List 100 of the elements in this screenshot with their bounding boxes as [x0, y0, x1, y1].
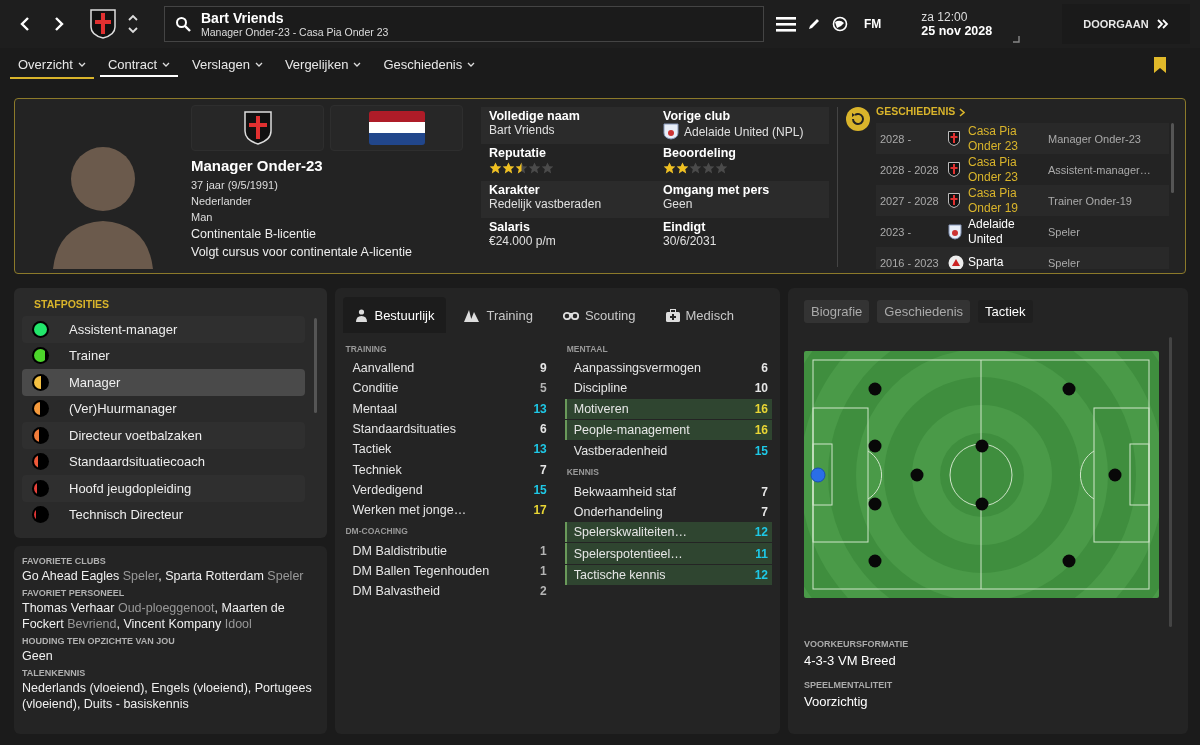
detail-value: Redelijk vastberaden [489, 197, 603, 211]
attribute-name: DM Ballen Tegenhouden [352, 563, 490, 578]
age: 37 jaar (9/5/1991) [191, 178, 279, 193]
attribute-value: 17 [533, 503, 547, 518]
attribute-value: 1 [540, 563, 547, 578]
pen-icon[interactable] [808, 18, 820, 30]
attribute-value: 6 [540, 422, 547, 437]
section-heading: TRAINING [345, 344, 388, 354]
medical-kit-icon [665, 308, 680, 322]
attribute-name: Techniek [352, 462, 402, 477]
staff-position-item[interactable]: Standaardsituatiecoach [22, 448, 306, 475]
detail-label: Omgang met pers [663, 183, 771, 197]
nav-tab[interactable]: Contract [99, 51, 179, 79]
attribute-tab[interactable]: Training [452, 297, 545, 333]
attribute-value: 1 [540, 543, 547, 558]
resize-corner-icon [1013, 36, 1021, 43]
history-role: Trainer Onder-19 [1048, 194, 1133, 207]
staff-position-item[interactable]: Trainer [22, 342, 306, 369]
history-club[interactable]: Casa Pia Onder 23 [968, 154, 1048, 185]
history-role: Speler [1048, 225, 1081, 238]
detail-value[interactable]: Adelaide United (NPL) [684, 124, 804, 139]
binoculars-icon [562, 310, 579, 320]
cones-icon [464, 308, 481, 322]
menu-icon[interactable] [776, 16, 796, 32]
attribute-name: DM Balvastheid [352, 584, 440, 599]
section-heading: DM-COACHING [345, 526, 409, 537]
status-dot [34, 349, 47, 363]
club-crest-icon [663, 123, 679, 140]
history-link[interactable]: GESCHIEDENIS [876, 105, 966, 117]
double-chevron-icon [1156, 19, 1169, 29]
scrollbar[interactable] [314, 318, 318, 413]
staff-position-item[interactable]: Manager [22, 369, 306, 396]
attribute-value: 12 [754, 567, 768, 582]
licence: Continentale B-licentie [191, 226, 318, 243]
attribute-value: 7 [540, 462, 547, 477]
panel-tab[interactable]: Geschiedenis [877, 300, 971, 323]
staff-position-item[interactable]: Hoofd jeugdopleiding [22, 475, 306, 502]
search-field[interactable]: Bart Vriends Manager Onder-23 - Casa Pia Onder 23 [164, 6, 764, 42]
club-crest-icon [243, 111, 272, 145]
section-heading: STAFPOSITIES [34, 298, 111, 310]
nav-tab[interactable]: Vergelijken [276, 51, 370, 79]
globe-icon[interactable] [832, 16, 848, 32]
status-dot [34, 428, 47, 442]
attribute-value: 2 [540, 584, 547, 599]
attribute-name: Aanvallend [352, 361, 415, 376]
continue-button[interactable]: DOORGAAN [1062, 4, 1190, 44]
staff-position-item[interactable]: (Ver)Huurmanager [22, 395, 306, 422]
nav-tab[interactable]: Overzicht [10, 51, 94, 79]
status-dot [34, 508, 47, 522]
attribute-value: 16 [754, 423, 768, 438]
attribute-value: 6 [761, 361, 768, 376]
attribute-value: 9 [540, 361, 547, 376]
club-crest-icon [948, 223, 962, 240]
attribute-tab[interactable]: Scouting [550, 297, 648, 333]
history-club[interactable]: Adelaide United [968, 216, 1048, 247]
history-years: 2016 - 2023 [880, 256, 940, 269]
scrollbar[interactable] [1169, 337, 1172, 627]
detail-value: 30/6/2031 [663, 234, 718, 248]
gender: Man [191, 210, 214, 225]
attribute-tab[interactable]: Bestuurlijk [343, 297, 447, 333]
attribute-name: People-management [573, 423, 690, 438]
attribute-name: Tactische kennis [573, 567, 666, 582]
attribute-value: 7 [761, 484, 768, 499]
nav-tab[interactable]: Verslagen [184, 51, 271, 79]
nationality: Nederlander [191, 194, 253, 209]
scrollbar[interactable] [1171, 123, 1174, 193]
detail-label: Volledige naam [489, 109, 581, 123]
status-dot [34, 402, 47, 416]
panel-tab[interactable]: Tactiek [978, 300, 1033, 323]
attribute-value: 12 [754, 525, 768, 540]
detail-label: Vorige club [663, 109, 732, 123]
status-dot [34, 322, 47, 336]
staff-position-item[interactable]: Directeur voetbalzaken [22, 422, 306, 449]
club-crest-icon [948, 193, 960, 208]
section-heading: VOORKEURSFORMATIE [804, 639, 910, 649]
attribute-name: Spelerskwaliteiten… [573, 525, 687, 540]
attribute-value: 15 [754, 444, 768, 459]
staff-position-item[interactable]: Assistent-manager [22, 316, 306, 343]
caret-icon [77, 61, 86, 67]
history-club[interactable]: Sparta [968, 255, 1048, 269]
nav-tab[interactable]: Geschiedenis [375, 51, 484, 79]
attribute-value: 5 [540, 381, 547, 396]
fm-logo[interactable]: FM [864, 17, 882, 31]
up-down-arrows-icon[interactable] [128, 13, 138, 35]
attribute-name: Verdedigend [352, 482, 423, 497]
section-heading: SPEELMENTALITEIT [804, 680, 894, 690]
history-club[interactable]: Casa Pia Onder 19 [968, 185, 1048, 216]
panel-tab[interactable]: Biografie [804, 300, 870, 323]
date: 25 nov 2028 [921, 24, 994, 38]
attribute-value: 11 [755, 546, 768, 561]
staff-role: Manager Onder-23 [191, 157, 324, 174]
attribute-name: Spelerspotentieel… [573, 546, 683, 561]
history-club[interactable]: Casa Pia Onder 23 [968, 123, 1048, 154]
tactic-value: 4-3-3 VM Breed [804, 653, 897, 668]
history-years: 2028 - [880, 132, 913, 145]
bookmark-icon[interactable] [1154, 57, 1166, 73]
staff-position-item[interactable]: Technisch Directeur [22, 501, 306, 528]
preference-text: Thomas Verhaar Oud-ploeggenoot, Maarten de Fockert Bevriend, Vincent Kompany Idool [22, 600, 286, 632]
chevron-right-icon [55, 17, 64, 31]
attribute-tab[interactable]: Medisch [653, 297, 746, 333]
